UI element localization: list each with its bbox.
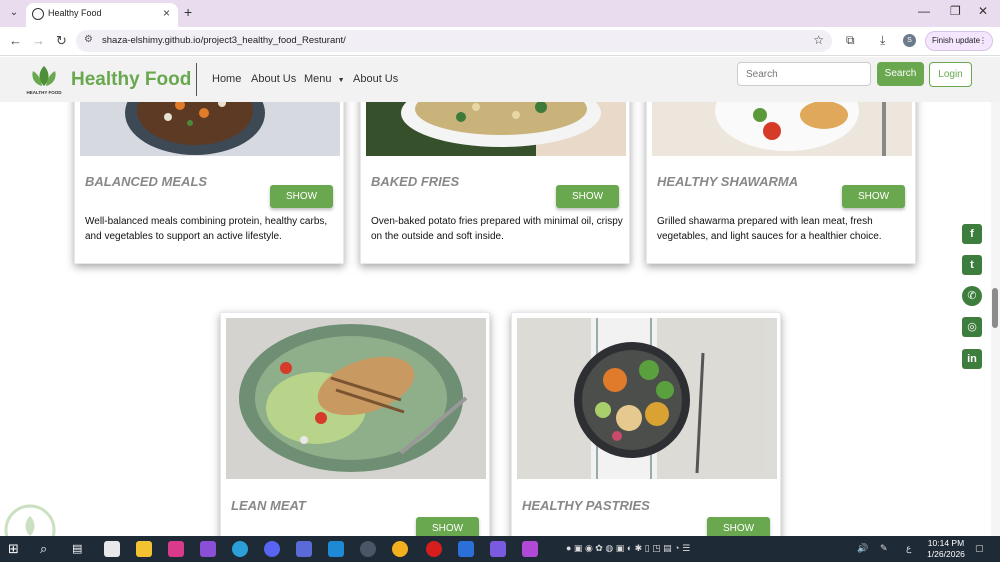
card-description: Well-balanced meals combining protein, h… xyxy=(85,216,328,242)
menu-card-baked-fries: BAKED FRIES SHOW Oven-baked potato fries… xyxy=(360,102,630,264)
finish-update-button[interactable]: Finish update ⋮ xyxy=(925,31,993,51)
photos-icon[interactable] xyxy=(490,541,506,557)
twitter-icon[interactable]: t xyxy=(962,255,982,275)
profile-avatar[interactable]: S xyxy=(903,34,916,47)
record-icon[interactable] xyxy=(426,541,442,557)
menu-card-healthy-pastries: HEALTHY PASTRIES SHOW xyxy=(511,312,781,536)
bluetooth-app-icon[interactable] xyxy=(458,541,474,557)
back-arrow-icon[interactable]: ← xyxy=(9,33,22,48)
windows-taskbar: ⊞ ⌕ ▤ ● ▣ ◉ ✿ ◍ ▣ ◐ ✱ ▯ ◳ ▤ ◔ ☰ 🔊 ✎ ع 10… xyxy=(0,536,1000,562)
site-info-icon[interactable]: ⚙ xyxy=(84,34,93,45)
taskbar-clock[interactable]: 10:14 PM 1/26/2026 xyxy=(921,538,971,560)
nav-about-link-2[interactable]: About Us xyxy=(353,73,398,85)
show-button[interactable]: SHOW xyxy=(416,517,479,536)
facebook-icon[interactable]: f xyxy=(962,224,982,244)
site-navbar: HEALTHY FOOD Healthy Food Home About Us … xyxy=(0,57,1000,102)
logo-text: HEALTHY FOOD xyxy=(26,90,62,95)
new-tab-plus-icon[interactable]: + xyxy=(184,4,192,20)
healthy-shawarma-image xyxy=(652,102,912,156)
page-scrollbar[interactable] xyxy=(991,102,1000,536)
scrollbar-thumb[interactable] xyxy=(992,288,998,328)
clock-date: 1/26/2026 xyxy=(927,549,965,559)
bookmark-star-icon[interactable]: ☆ xyxy=(813,33,824,47)
close-window-icon[interactable]: ✕ xyxy=(978,4,988,18)
card-description: Oven-baked potato fries prepared with mi… xyxy=(371,216,623,242)
instagram-icon[interactable]: ◎ xyxy=(962,317,982,337)
notification-icon[interactable]: ▢ xyxy=(975,543,984,554)
discord-icon[interactable] xyxy=(264,541,280,557)
nav-home-link[interactable]: Home xyxy=(212,73,241,85)
whatsapp-icon[interactable]: ✆ xyxy=(962,286,982,306)
show-button[interactable]: SHOW xyxy=(270,185,333,208)
task-view-icon[interactable]: ▤ xyxy=(72,541,88,557)
teams-icon[interactable] xyxy=(296,541,312,557)
brand-title[interactable]: Healthy Food xyxy=(71,69,191,91)
minimize-icon[interactable]: — xyxy=(918,4,930,18)
chrome-active-icon[interactable] xyxy=(360,541,376,557)
menu-card-lean-meat: LEAN MEAT SHOW xyxy=(220,312,490,536)
faded-logo-icon xyxy=(4,504,56,536)
card-title: LEAN MEAT xyxy=(231,498,306,513)
more-vert-icon: ⋮ xyxy=(979,36,987,45)
lean-meat-image xyxy=(226,318,486,479)
search-icon[interactable]: ⌕ xyxy=(40,541,56,557)
menu-card-balanced-meals: BALANCED MEALS SHOW Well-balanced meals … xyxy=(74,102,344,264)
address-bar[interactable]: ⚙ shaza-elshimy.github.io/project3_healt… xyxy=(76,30,832,52)
app-icon[interactable] xyxy=(522,541,538,557)
tab-search-chevron-icon[interactable]: ⌄ xyxy=(6,5,22,21)
pen-icon[interactable]: ✎ xyxy=(880,543,888,554)
tray-icons[interactable]: ● ▣ ◉ ✿ ◍ ▣ ◐ ✱ ▯ ◳ ▤ ◔ ☰ xyxy=(566,543,690,554)
windows-start-icon[interactable]: ⊞ xyxy=(8,541,24,557)
chrome-icon[interactable] xyxy=(392,541,408,557)
tab-title: Healthy Food xyxy=(48,8,102,18)
page-content: BALANCED MEALS SHOW Well-balanced meals … xyxy=(0,102,1000,536)
nav-menu-label: Menu xyxy=(304,73,332,85)
browser-toolbar: ← → ↻ ⚙ shaza-elshimy.github.io/project3… xyxy=(0,27,1000,56)
browser-tab-strip: ⌄ Healthy Food × + — ❐ ✕ xyxy=(0,0,1000,27)
globe-icon xyxy=(32,8,44,20)
download-icon[interactable]: ⤓ xyxy=(880,33,885,48)
show-button[interactable]: SHOW xyxy=(556,185,619,208)
volume-icon[interactable]: 🔊 xyxy=(857,543,868,554)
nav-about-link[interactable]: About Us xyxy=(251,73,296,85)
login-button[interactable]: Login xyxy=(929,62,972,87)
brand-divider xyxy=(196,63,197,96)
linkedin-icon[interactable]: in xyxy=(962,349,982,369)
reload-icon[interactable]: ↻ xyxy=(56,33,67,49)
visual-studio-icon[interactable] xyxy=(200,541,216,557)
card-title: HEALTHY PASTRIES xyxy=(522,498,650,513)
language-indicator[interactable]: ع xyxy=(906,543,911,554)
finish-update-label: Finish update xyxy=(932,36,981,45)
card-title: HEALTHY SHAWARMA xyxy=(657,174,799,189)
search-input[interactable] xyxy=(737,62,871,86)
card-title: BAKED FRIES xyxy=(371,174,460,189)
balanced-meals-image xyxy=(80,102,340,156)
instagram-app-icon[interactable] xyxy=(168,541,184,557)
show-button[interactable]: SHOW xyxy=(707,517,770,536)
file-explorer-icon[interactable] xyxy=(136,541,152,557)
telegram-icon[interactable] xyxy=(232,541,248,557)
camera-app-icon[interactable] xyxy=(104,541,120,557)
close-tab-icon[interactable]: × xyxy=(163,6,170,20)
card-title: BALANCED MEALS xyxy=(85,174,208,189)
card-description: Grilled shawarma prepared with lean meat… xyxy=(657,216,882,242)
healthy-pastries-image xyxy=(517,318,777,479)
browser-tab[interactable]: Healthy Food × xyxy=(26,3,178,27)
extensions-icon[interactable]: ⧉ xyxy=(846,33,855,48)
forward-arrow-icon[interactable]: → xyxy=(32,33,45,48)
caret-down-icon: ▼ xyxy=(337,77,345,84)
restore-icon[interactable]: ❐ xyxy=(950,4,961,18)
clock-time: 10:14 PM xyxy=(927,538,965,548)
show-button[interactable]: SHOW xyxy=(842,185,905,208)
baked-fries-image xyxy=(366,102,626,156)
url-text: shaza-elshimy.github.io/project3_healthy… xyxy=(102,35,346,46)
search-button[interactable]: Search xyxy=(877,62,924,86)
menu-card-healthy-shawarma: HEALTHY SHAWARMA SHOW Grilled shawarma p… xyxy=(646,102,916,264)
nav-menu-dropdown[interactable]: Menu ▼ xyxy=(304,73,345,85)
vscode-icon[interactable] xyxy=(328,541,344,557)
